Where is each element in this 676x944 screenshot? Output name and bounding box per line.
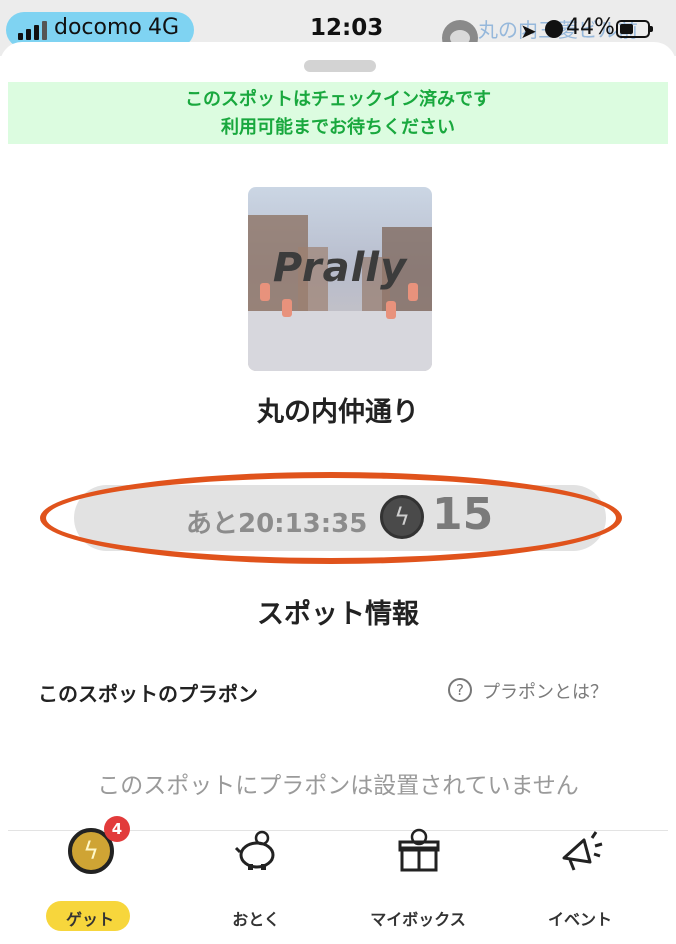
tab-label: マイボックス (370, 910, 466, 929)
lantern (386, 301, 396, 319)
plapon-help-link[interactable]: プラポンとは？ (482, 678, 608, 704)
notification-badge: 4 (104, 816, 130, 842)
spot-image: Prally (248, 187, 432, 371)
tab-label: イベント (547, 910, 612, 929)
plapon-section-label: このスポットのプラポン (38, 682, 258, 706)
gift-box-icon (398, 828, 440, 872)
prally-logo: Prally (272, 245, 408, 291)
lantern (282, 299, 292, 317)
spot-name: 丸の内仲通り (257, 397, 419, 428)
sheet-grabber[interactable] (304, 60, 376, 72)
checkin-notice: このスポットはチェックイン済みです 利用可能までお待ちください (8, 82, 668, 144)
tab-otoku[interactable]: おとく (196, 806, 316, 936)
tab-event[interactable]: イベント (520, 806, 640, 936)
signal-icon (18, 21, 47, 40)
clock: 12:03 (310, 15, 384, 41)
battery-percent: 44% (566, 15, 615, 40)
tab-label: ゲット (65, 910, 114, 929)
tab-get[interactable]: ϟ 4 ゲット (30, 806, 150, 936)
annotation-highlight-ring (40, 472, 622, 564)
piggy-bank-icon (234, 830, 275, 870)
notice-line-2: 利用可能までお待ちください (221, 117, 455, 138)
carrier-name: docomo (54, 15, 142, 40)
battery-icon (616, 20, 653, 38)
help-icon[interactable]: ? (448, 678, 472, 702)
tab-label: おとく (232, 910, 280, 929)
street (248, 311, 432, 371)
spot-info-title: スポット情報 (257, 599, 419, 630)
plapon-empty-message: このスポットにプラポンは設置されていません (97, 773, 579, 799)
tab-mybox[interactable]: マイボックス (358, 806, 478, 936)
network-type: 4G (148, 15, 180, 40)
notice-line-1: このスポットはチェックイン済みです (185, 89, 491, 110)
alarm-icon (545, 20, 563, 38)
megaphone-icon (562, 831, 603, 871)
location-arrow-icon: ➤ (520, 19, 537, 43)
